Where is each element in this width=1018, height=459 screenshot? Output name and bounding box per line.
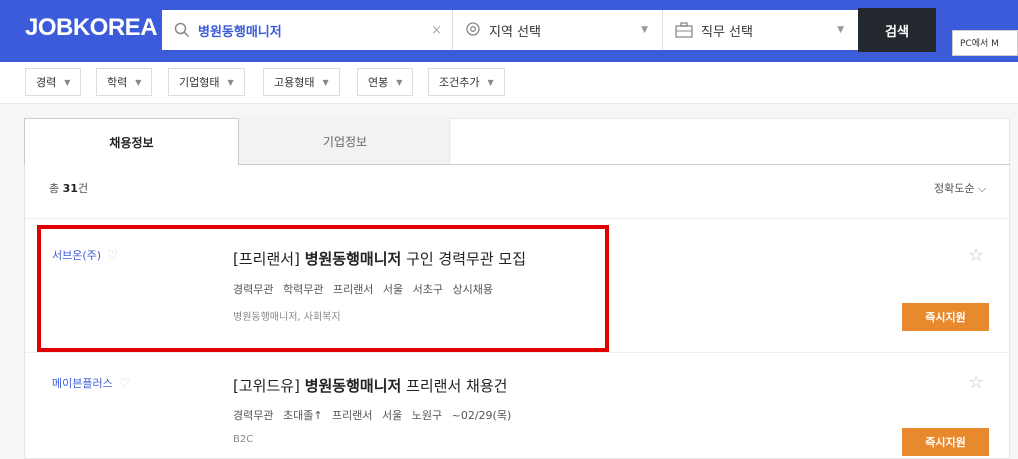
sort-dropdown[interactable]: 정확도순 ⌵ (934, 180, 986, 196)
filter-label: 기업형태 (179, 76, 220, 89)
chevron-down-icon: ▼ (837, 25, 844, 35)
row-divider (24, 218, 1010, 219)
keyword-segment[interactable]: 병원동행매니저 × (162, 10, 452, 50)
chevron-down-icon: ▼ (227, 77, 234, 87)
filter-career[interactable]: 경력 ▼ (25, 68, 82, 96)
search-icon (174, 22, 190, 38)
filter-company-type[interactable]: 기업형태 ▼ (168, 68, 245, 96)
filter-label: 조건추가 (439, 76, 480, 89)
tab-job-info[interactable]: 채용정보 (24, 118, 239, 165)
briefcase-icon (675, 22, 693, 38)
filter-label: 경력 (36, 76, 57, 89)
chevron-down-icon: ▼ (64, 77, 71, 87)
sort-label: 정확도순 (934, 182, 975, 195)
filter-education[interactable]: 학력 ▼ (96, 68, 153, 96)
region-select[interactable]: 지역 선택 ▼ (452, 10, 662, 50)
job-title[interactable]: [고위드유] 병원동행매니저 프리랜서 채용건 (233, 375, 507, 396)
job-conditions: 경력무관 초대졸↑ 프리랜서 서울 노원구 ~02/29(목) (233, 409, 512, 422)
company-name[interactable]: 메이븐플러스 ♡ (52, 375, 130, 391)
filter-bar: 경력 ▼ 학력 ▼ 기업형태 ▼ 고용형태 ▼ 연봉 ▼ 조건추가 ▼ (0, 62, 1018, 104)
title-keyword: 병원동행매니저 (304, 377, 402, 395)
filter-label: 고용형태 (274, 76, 315, 89)
tab-company-info[interactable]: 기업정보 (239, 118, 451, 165)
clear-icon[interactable]: × (431, 23, 442, 38)
total-prefix: 총 (49, 182, 63, 195)
region-label: 지역 선택 (489, 24, 541, 40)
apply-button[interactable]: 즉시지원 (902, 303, 989, 331)
star-icon[interactable]: ☆ (968, 245, 984, 266)
chevron-down-icon: ⌵ (977, 182, 987, 195)
filter-label: 학력 (107, 76, 128, 89)
jobkorea-logo[interactable]: JOBKOREA (25, 14, 158, 42)
total-suffix: 건 (77, 182, 89, 195)
chevron-down-icon: ▼ (322, 77, 329, 87)
star-icon[interactable]: ☆ (968, 372, 984, 393)
total-count: 31 (62, 182, 78, 195)
search-button[interactable]: 검색 (858, 8, 936, 52)
job-label: 직무 선택 (701, 24, 753, 40)
chevron-down-icon: ▼ (487, 77, 494, 87)
chevron-down-icon: ▼ (641, 25, 648, 35)
job-tags: B2C (233, 434, 254, 445)
pc-view-button[interactable]: PC에서 M (952, 30, 1018, 56)
title-suffix: 프리랜서 채용건 (401, 377, 508, 395)
company-label: 메이븐플러스 (52, 377, 113, 390)
chevron-down-icon: ▼ (396, 77, 403, 87)
search-input[interactable]: 병원동행매니저 (198, 21, 282, 40)
filter-employment-type[interactable]: 고용형태 ▼ (263, 68, 340, 96)
search-bar: 병원동행매니저 × 지역 선택 ▼ 직무 선택 ▼ (160, 8, 860, 52)
filter-salary[interactable]: 연봉 ▼ (357, 68, 414, 96)
result-count: 총 31건 (49, 180, 88, 196)
title-prefix: [고위드유] (233, 377, 305, 395)
apply-button[interactable]: 즉시지원 (902, 428, 989, 456)
row-divider (24, 352, 1010, 353)
job-select[interactable]: 직무 선택 ▼ (662, 10, 858, 50)
filter-label: 연봉 (368, 76, 389, 89)
location-pin-icon (466, 22, 480, 36)
filter-add-condition[interactable]: 조건추가 ▼ (428, 68, 505, 96)
chevron-down-icon: ▼ (135, 77, 142, 87)
tab-divider (451, 164, 1010, 165)
heart-icon[interactable]: ♡ (119, 376, 130, 390)
highlight-box (37, 225, 609, 352)
